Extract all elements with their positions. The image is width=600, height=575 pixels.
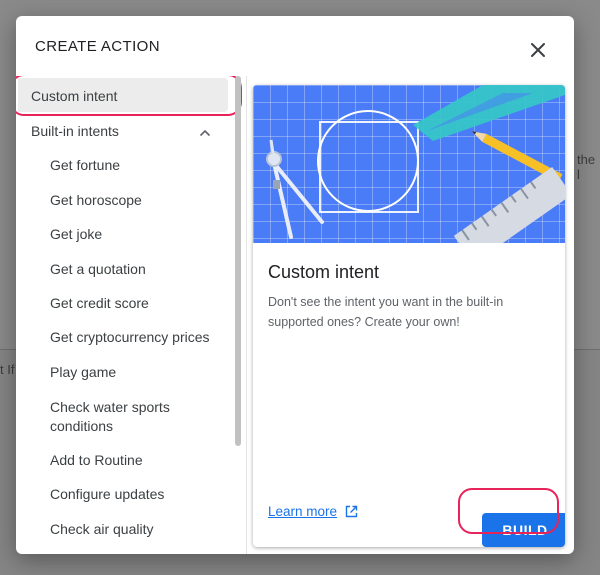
- sidebar-item-get-cryptocurrency-prices[interactable]: Get cryptocurrency prices: [50, 329, 246, 345]
- scrollbar-thumb[interactable]: [235, 76, 241, 446]
- sidebar-item-label: Get credit score: [50, 295, 149, 311]
- intent-list: Custom intent Built-in intents Get fortu…: [16, 76, 246, 554]
- sidebar-item-get-credit-score[interactable]: Get credit score: [50, 295, 246, 311]
- sidebar-item-label: Check air quality: [50, 521, 154, 537]
- learn-more-label: Learn more: [268, 504, 338, 519]
- sidebar-item-label: Get fortune: [50, 157, 121, 173]
- sidebar-item-label: Get horoscope: [50, 192, 142, 208]
- sidebar-item-label: Configure updates: [50, 486, 165, 502]
- card-title: Custom intent: [268, 262, 380, 282]
- sidebar-item-label: Get a quotation: [50, 261, 146, 277]
- sidebar-item-label: Get cryptocurrency prices: [50, 329, 210, 345]
- sidebar-item-check-water-sports-conditions[interactable]: Check water sports conditions: [50, 398, 200, 436]
- sidebar-item-label: Check water sports conditions: [50, 399, 170, 434]
- built-in-intents-toggle[interactable]: Built-in intents: [31, 123, 216, 145]
- sidebar-item-check-air-quality[interactable]: Check air quality: [50, 521, 246, 537]
- learn-more-link[interactable]: Learn more: [268, 504, 358, 519]
- dialog-title: CREATE ACTION: [35, 38, 160, 55]
- build-button[interactable]: BUILD: [482, 513, 565, 547]
- chevron-up-icon: [199, 125, 211, 141]
- sidebar-item-get-horoscope[interactable]: Get horoscope: [50, 192, 246, 208]
- sidebar-item-label: Get joke: [50, 226, 103, 242]
- create-action-dialog: CREATE ACTION Custom intent Built-in int…: [16, 16, 574, 554]
- open-in-new-icon: [345, 505, 358, 518]
- background-text-fragment: t If: [0, 362, 15, 377]
- sidebar-item-get-a-quotation[interactable]: Get a quotation: [50, 261, 246, 277]
- sidebar-item-play-game[interactable]: Play game: [50, 364, 246, 380]
- blueprint-illustration: [253, 85, 565, 264]
- sidebar-item-add-to-routine[interactable]: Add to Routine: [50, 452, 246, 468]
- blueprint-illustration-art: [266, 85, 565, 264]
- panel-divider: [246, 76, 247, 554]
- sidebar-item-label: Add to Routine: [50, 452, 143, 468]
- sidebar-item-configure-updates[interactable]: Configure updates: [50, 486, 246, 502]
- card-description: Don't see the intent you want in the bui…: [268, 295, 504, 329]
- background-text-fragment: the l: [577, 152, 596, 182]
- custom-intent-card: Custom intent Don't see the intent you w…: [253, 85, 565, 547]
- sidebar-item-get-fortune[interactable]: Get fortune: [50, 157, 246, 173]
- close-icon: [531, 43, 545, 57]
- sidebar-item-get-joke[interactable]: Get joke: [50, 226, 246, 242]
- sidebar-item-custom-intent[interactable]: Custom intent: [16, 76, 242, 116]
- sidebar-item-label: Custom intent: [31, 88, 118, 104]
- section-label: Built-in intents: [31, 123, 119, 139]
- close-button[interactable]: [526, 38, 550, 62]
- sidebar-item-label: Play game: [50, 364, 117, 380]
